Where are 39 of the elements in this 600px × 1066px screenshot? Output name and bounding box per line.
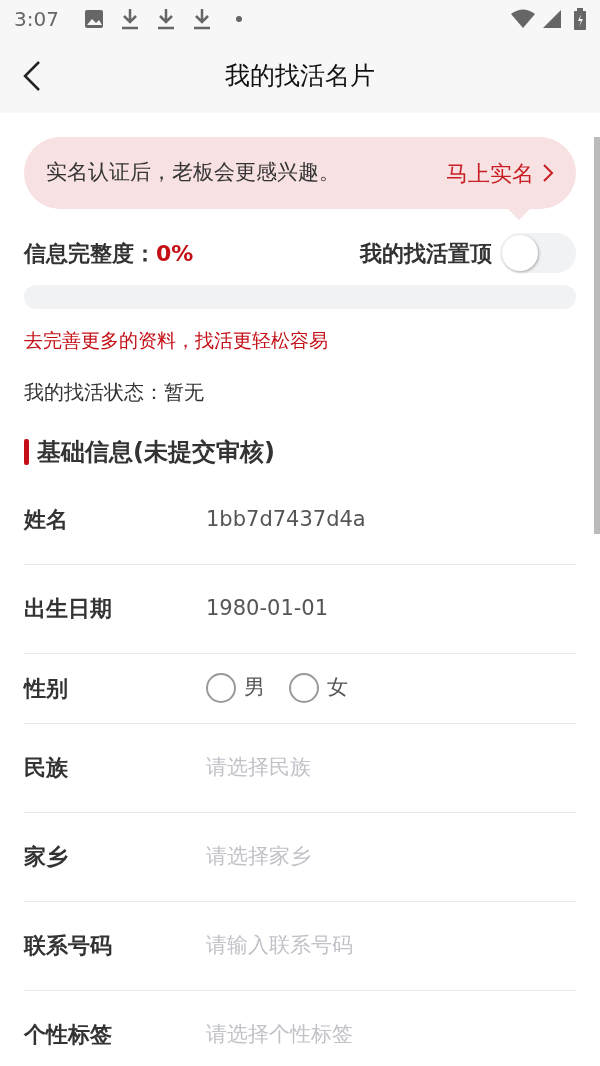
field-value: 1980-01-01 bbox=[206, 594, 329, 622]
image-icon bbox=[82, 8, 105, 30]
verify-link[interactable]: 马上实名 bbox=[446, 156, 554, 190]
field-value: 1bb7d7437d4a bbox=[206, 505, 366, 533]
radio-button[interactable] bbox=[206, 673, 236, 703]
field-label: 家乡 bbox=[24, 843, 69, 871]
field-label: 出生日期 bbox=[24, 595, 113, 623]
field-label: 性别 bbox=[24, 674, 69, 703]
banner-message: 实名认证后，老板会更感兴趣。 bbox=[46, 159, 340, 187]
page-title: 我的找活名片 bbox=[225, 59, 375, 92]
option-label: 男 bbox=[244, 674, 265, 702]
select-field[interactable]: 请选择个性标签 bbox=[206, 1018, 474, 1051]
select-field[interactable]: 请选择民族 bbox=[206, 751, 474, 784]
completeness-label: 信息完整度： bbox=[24, 239, 156, 268]
section-marker bbox=[24, 438, 29, 465]
back-button[interactable] bbox=[22, 60, 42, 92]
gender-option[interactable]: 女 bbox=[289, 672, 348, 704]
signal-icon bbox=[542, 9, 562, 29]
gender-option[interactable]: 男 bbox=[206, 672, 265, 704]
chevron-right-icon bbox=[542, 163, 554, 183]
radio-button[interactable] bbox=[289, 673, 319, 703]
completeness-value: 0% bbox=[156, 239, 194, 268]
job-status: 我的找活状态：暂无 bbox=[24, 378, 205, 406]
pin-top-label: 我的找活置顶 bbox=[360, 239, 492, 268]
select-field[interactable]: 请选择家乡 bbox=[206, 840, 474, 873]
section-title: 基础信息(未提交审核) bbox=[37, 436, 275, 468]
field-label: 联系号码 bbox=[24, 932, 113, 960]
dot-icon bbox=[234, 15, 243, 23]
status-time: 3:07 bbox=[14, 6, 59, 33]
field-label: 个性标签 bbox=[24, 1021, 113, 1049]
field-label: 姓名 bbox=[24, 506, 69, 534]
pin-top-toggle[interactable] bbox=[500, 233, 576, 273]
battery-icon bbox=[574, 8, 586, 30]
wifi-icon bbox=[510, 9, 536, 29]
back-icon bbox=[22, 60, 42, 92]
tip-text: 去完善更多的资料，找活更轻松容易 bbox=[24, 328, 329, 353]
input-field[interactable]: 请输入联系号码 bbox=[206, 929, 474, 962]
field-label: 民族 bbox=[24, 754, 69, 782]
option-label: 女 bbox=[327, 674, 348, 702]
